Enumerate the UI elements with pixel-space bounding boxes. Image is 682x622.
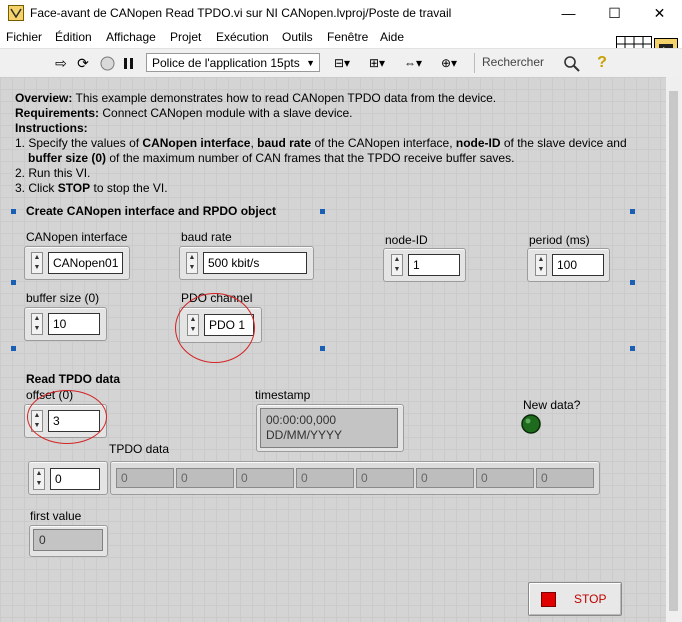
tpdo-cell: 0 [296, 468, 354, 488]
step1-line: 1. Specify the values of CANopen interfa… [15, 136, 627, 150]
requirements-line: Requirements: Connect CANopen module wit… [15, 106, 353, 120]
timestamp-date: DD/MM/YYYY [266, 428, 343, 442]
tpdo-cell: 0 [416, 468, 474, 488]
menu-affichage[interactable]: Affichage [106, 30, 156, 44]
close-button[interactable]: ✕ [637, 0, 682, 26]
distribute-icon[interactable]: ⊞▾ [364, 54, 390, 72]
selection-handle[interactable] [630, 209, 635, 214]
tpdo-cell: 0 [356, 468, 414, 488]
labview-vi-icon [8, 5, 24, 21]
node-id-spinner[interactable]: ▲ ▼ [391, 254, 403, 276]
reorder-icon[interactable]: ⊕▾ [436, 54, 462, 72]
selection-handle[interactable] [320, 346, 325, 351]
highlight-circle [175, 293, 255, 363]
help-icon[interactable]: ? [593, 54, 611, 72]
vertical-scrollbar[interactable] [666, 77, 682, 622]
selection-handle[interactable] [630, 346, 635, 351]
title-bar: Face-avant de CANopen Read TPDO.vi sur N… [0, 0, 682, 26]
first-value-display: 0 [33, 529, 103, 551]
step1-line2: buffer size (0) of the maximum number of… [28, 151, 515, 165]
pause-icon[interactable] [123, 57, 135, 70]
canopen-interface-field[interactable]: CANopen01 [48, 252, 123, 274]
new-data-label: New data? [523, 398, 581, 412]
font-selector[interactable]: Police de l'application 15pts ▼ [146, 53, 320, 72]
run-arrow-icon[interactable]: ⇨ [52, 54, 70, 72]
tpdo-cell: 0 [536, 468, 594, 488]
buffer-size-label: buffer size (0) [26, 291, 100, 305]
selection-handle[interactable] [11, 346, 16, 351]
search-input[interactable]: Rechercher [482, 53, 552, 72]
first-value-label: first value [30, 509, 82, 523]
timestamp-display: 00:00:00,000 DD/MM/YYYY [260, 408, 398, 448]
tpdo-index-field[interactable]: 0 [50, 468, 100, 490]
timestamp-label: timestamp [255, 388, 311, 402]
menu-projet[interactable]: Projet [170, 30, 201, 44]
baud-rate-field[interactable]: 500 kbit/s [203, 252, 307, 274]
tpdo-cell: 0 [476, 468, 534, 488]
selection-handle[interactable] [11, 209, 16, 214]
selection-handle[interactable] [320, 209, 325, 214]
align-icon[interactable]: ⊟▾ [330, 54, 354, 72]
menu-fenetre[interactable]: Fenêtre [327, 30, 368, 44]
chevron-down-icon: ▼ [306, 58, 315, 68]
menu-execution[interactable]: Exécution [216, 30, 269, 44]
toolbar-divider [474, 53, 475, 73]
selection-handle[interactable] [11, 280, 16, 285]
minimize-button[interactable]: — [546, 0, 591, 26]
menu-outils[interactable]: Outils [282, 30, 313, 44]
selection-handle[interactable] [630, 280, 635, 285]
stop-button-label: STOP [574, 592, 607, 606]
menu-edition[interactable]: Édition [55, 30, 92, 44]
highlight-circle [27, 390, 107, 444]
period-field[interactable]: 100 [552, 254, 604, 276]
baud-rate-spinner[interactable]: ▲ ▼ [186, 252, 198, 274]
node-id-field[interactable]: 1 [408, 254, 460, 276]
node-id-label: node-ID [385, 233, 428, 247]
menu-bar: Fichier Édition Affichage Projet Exécuti… [0, 26, 682, 48]
new-data-led [521, 414, 541, 434]
canopen-interface-spinner[interactable]: ▲ ▼ [31, 252, 43, 274]
buffer-size-field[interactable]: 10 [48, 313, 100, 335]
abort-icon[interactable] [100, 56, 115, 71]
tpdo-cell: 0 [236, 468, 294, 488]
menu-aide[interactable]: Aide [380, 30, 404, 44]
instructions-heading: Instructions: [15, 121, 88, 135]
overview-line: Overview: This example demonstrates how … [15, 91, 497, 105]
search-icon[interactable] [563, 55, 581, 73]
menu-fichier[interactable]: Fichier [6, 30, 42, 44]
buffer-size-spinner[interactable]: ▲ ▼ [31, 313, 43, 335]
font-selector-value: Police de l'application 15pts [152, 56, 300, 70]
maximize-button[interactable]: ☐ [592, 0, 637, 26]
read-section-title: Read TPDO data [26, 372, 121, 386]
window-title: Face-avant de CANopen Read TPDO.vi sur N… [30, 6, 452, 20]
step2-line: 2. Run this VI. [15, 166, 91, 180]
canopen-interface-label: CANopen interface [26, 230, 128, 244]
period-label: period (ms) [529, 233, 590, 247]
tpdo-cell: 0 [116, 468, 174, 488]
run-continuously-icon[interactable]: ⟳ [74, 54, 92, 72]
tpdo-data-label: TPDO data [109, 442, 170, 456]
timestamp-time: 00:00:00,000 [266, 413, 337, 427]
toolbar: ⇨ ⟳ Police de l'application 15pts ▼ ⊟▾ ⊞… [0, 48, 682, 78]
resize-icon[interactable]: ⇔▾ [400, 54, 426, 72]
tpdo-index-spinner[interactable]: ▲ ▼ [33, 468, 45, 490]
period-spinner[interactable]: ▲ ▼ [535, 254, 547, 276]
stop-indicator-icon [541, 592, 556, 607]
tpdo-cell: 0 [176, 468, 234, 488]
baud-rate-label: baud rate [181, 230, 232, 244]
create-section-title: Create CANopen interface and RPDO object [26, 204, 277, 218]
stop-button[interactable]: STOP [528, 582, 622, 616]
step3-line: 3. Click STOP to stop the VI. [15, 181, 168, 195]
